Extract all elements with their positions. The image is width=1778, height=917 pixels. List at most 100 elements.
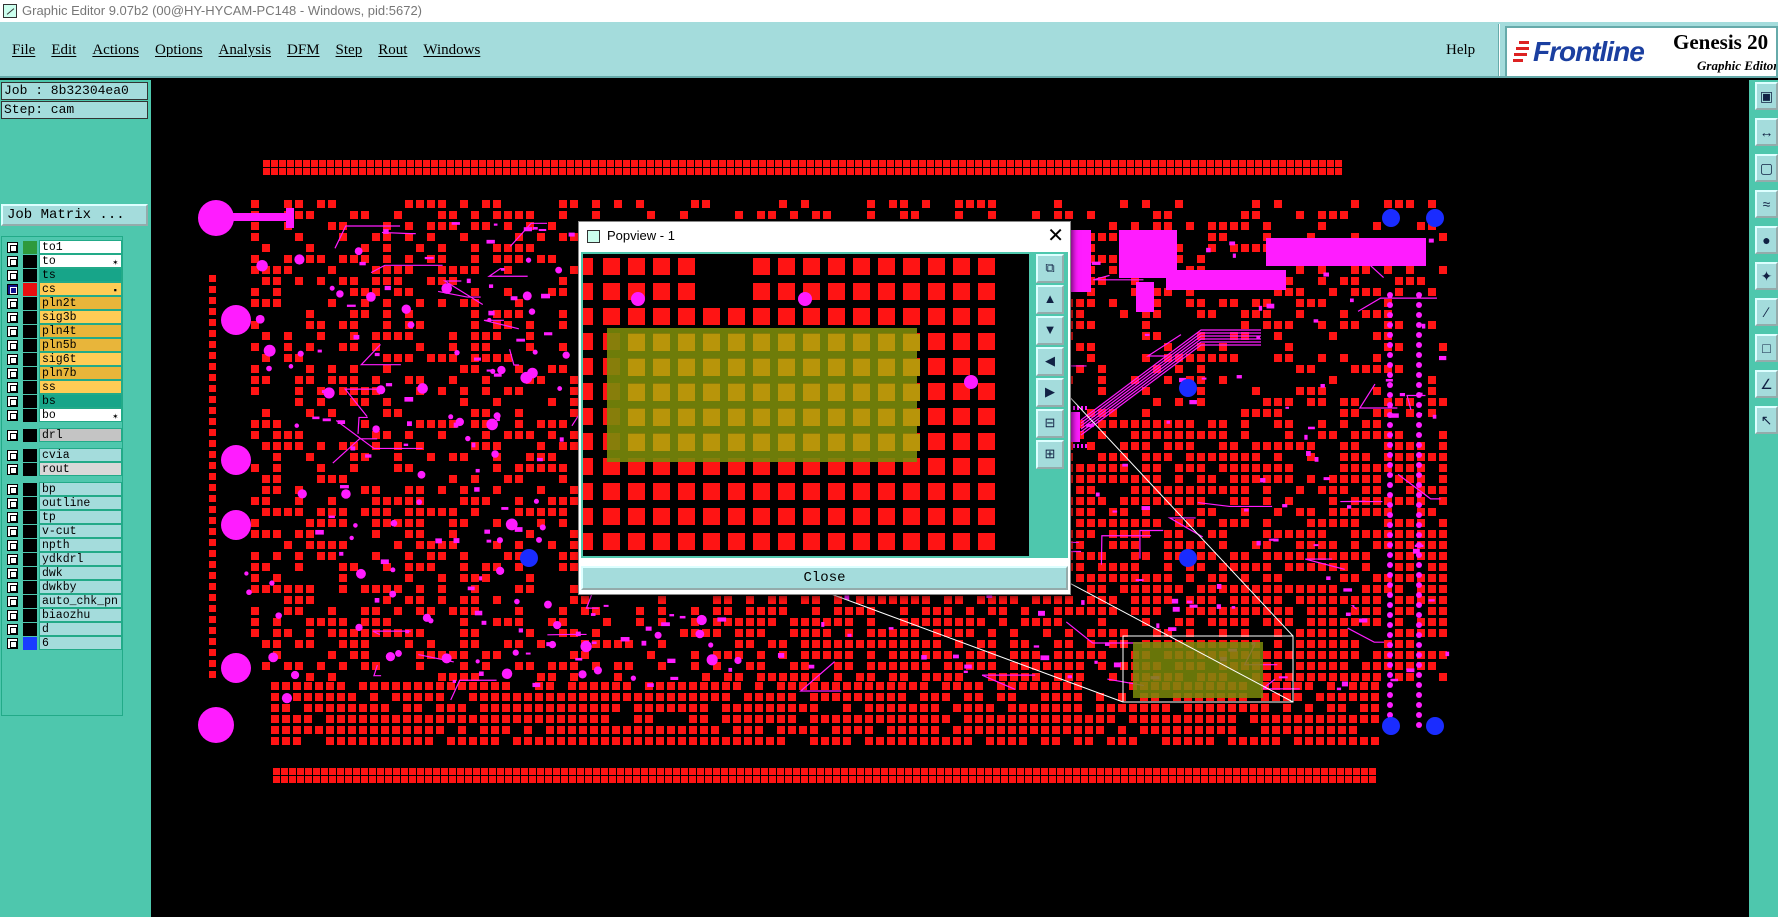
layer-color-swatch[interactable] [23, 525, 37, 538]
layer-name[interactable]: bo ✶ [39, 408, 122, 422]
layer-name[interactable]: 6 [39, 636, 122, 650]
route-tool-button[interactable]: ✦ [1755, 262, 1778, 290]
layer-color-swatch[interactable] [23, 429, 37, 442]
menu-options[interactable]: Options [147, 42, 211, 59]
layer-name[interactable]: bs [39, 394, 122, 408]
layer-checkbox[interactable] [7, 624, 18, 635]
layer-row-outline[interactable]: outline [5, 496, 122, 510]
layer-color-swatch[interactable] [23, 339, 37, 352]
layer-color-swatch[interactable] [23, 449, 37, 462]
layer-checkbox[interactable] [7, 638, 18, 649]
layer-row-pln5b[interactable]: pln5b [5, 338, 122, 352]
layer-row-dwk[interactable]: dwk [5, 566, 122, 580]
layer-color-swatch[interactable] [23, 381, 37, 394]
pan-right-button[interactable]: ▶ [1036, 378, 1064, 407]
menu-actions[interactable]: Actions [84, 42, 147, 59]
layer-name[interactable]: pln4t [39, 324, 122, 338]
layer-checkbox[interactable] [7, 484, 18, 495]
layer-name[interactable]: bp [39, 482, 122, 496]
layer-name[interactable]: auto_chk_pn [39, 594, 122, 608]
menu-dfm[interactable]: DFM [279, 42, 328, 59]
zoom-out-button[interactable]: ⊟ [1036, 409, 1064, 438]
layer-name[interactable]: to ✶ [39, 254, 122, 268]
layer-color-swatch[interactable] [23, 463, 37, 476]
job-matrix-button[interactable]: Job Matrix ... [1, 204, 148, 226]
layer-color-swatch[interactable] [23, 567, 37, 580]
layer-row-sig6t[interactable]: sig6t [5, 352, 122, 366]
layer-color-swatch[interactable] [23, 637, 37, 650]
layer-name[interactable]: pln7b [39, 366, 122, 380]
layer-color-swatch[interactable] [23, 623, 37, 636]
layer-color-swatch[interactable] [23, 325, 37, 338]
layer-checkbox[interactable] [7, 410, 18, 421]
menu-rout[interactable]: Rout [370, 42, 415, 59]
layer-checkbox[interactable] [7, 340, 18, 351]
layer-name[interactable]: biaozhu [39, 608, 122, 622]
layer-name[interactable]: d [39, 622, 122, 636]
layer-name[interactable]: drl [39, 428, 122, 442]
layer-checkbox[interactable] [7, 354, 18, 365]
layer-row-pln2t[interactable]: pln2t [5, 296, 122, 310]
layer-color-swatch[interactable] [23, 269, 37, 282]
pan-up-button[interactable]: ▲ [1036, 285, 1064, 314]
close-icon[interactable]: ✕ [1047, 224, 1064, 248]
layer-name[interactable]: sig3b [39, 310, 122, 324]
popview-close-button[interactable]: Close [581, 566, 1068, 590]
layer-checkbox[interactable] [7, 554, 18, 565]
pad-tool-button[interactable]: □ [1755, 334, 1778, 362]
layer-row-cs[interactable]: cs ▪ [5, 282, 122, 296]
fit-tool-button[interactable]: ▢ [1755, 154, 1778, 182]
layer-row-pln4t[interactable]: pln4t [5, 324, 122, 338]
layer-name[interactable]: outline [39, 496, 122, 510]
layer-row-bo[interactable]: bo ✶ [5, 408, 122, 422]
layer-checkbox[interactable] [7, 396, 18, 407]
layer-checkbox[interactable] [7, 540, 18, 551]
layer-color-swatch[interactable] [23, 353, 37, 366]
menu-analysis[interactable]: Analysis [211, 42, 280, 59]
layer-checkbox[interactable] [7, 430, 18, 441]
layer-row-rout[interactable]: rout [5, 462, 122, 476]
layer-name[interactable]: dwk [39, 566, 122, 580]
layer-color-swatch[interactable] [23, 297, 37, 310]
layer-tool-button[interactable]: ▣ [1755, 82, 1778, 110]
menu-windows[interactable]: Windows [415, 42, 488, 59]
measure-tool-button[interactable]: ● [1755, 226, 1778, 254]
layer-color-swatch[interactable] [23, 283, 37, 296]
menu-edit[interactable]: Edit [43, 42, 84, 59]
layer-name[interactable]: ss [39, 380, 122, 394]
layer-checkbox[interactable] [7, 368, 18, 379]
layer-name[interactable]: v-cut [39, 524, 122, 538]
layer-row-biaozhu[interactable]: biaozhu [5, 608, 122, 622]
menu-file[interactable]: File [4, 42, 43, 59]
zoom-in-button[interactable]: ⊞ [1036, 440, 1064, 469]
layer-row-ydkdrl[interactable]: ydkdrl [5, 552, 122, 566]
layer-color-swatch[interactable] [23, 311, 37, 324]
layer-checkbox[interactable] [7, 298, 18, 309]
pan-left-button[interactable]: ◀ [1036, 347, 1064, 376]
layer-name[interactable]: pln5b [39, 338, 122, 352]
layer-name[interactable]: ydkdrl [39, 552, 122, 566]
layer-checkbox[interactable] [7, 382, 18, 393]
layer-checkbox[interactable] [7, 596, 18, 607]
layer-checkbox[interactable] [7, 464, 18, 475]
line-tool-button[interactable]: ∕ [1755, 298, 1778, 326]
layer-checkbox[interactable] [7, 312, 18, 323]
layer-checkbox[interactable] [7, 326, 18, 337]
layer-checkbox[interactable] [7, 568, 18, 579]
layer-color-swatch[interactable] [23, 497, 37, 510]
layer-row-dwkby[interactable]: dwkby [5, 580, 122, 594]
layer-color-swatch[interactable] [23, 395, 37, 408]
layer-color-swatch[interactable] [23, 609, 37, 622]
layer-name[interactable]: npth [39, 538, 122, 552]
layer-checkbox[interactable] [7, 284, 18, 295]
layer-row-ss[interactable]: ss [5, 380, 122, 394]
layer-color-swatch[interactable] [23, 511, 37, 524]
menu-step[interactable]: Step [328, 42, 371, 59]
pan-down-button[interactable]: ▼ [1036, 316, 1064, 345]
layer-row-cvia[interactable]: cvia [5, 448, 122, 462]
layer-name[interactable]: to1 [39, 240, 122, 254]
layer-checkbox[interactable] [7, 498, 18, 509]
layer-row-tp[interactable]: tp [5, 510, 122, 524]
zoom-home-button[interactable]: ⧉ [1036, 254, 1064, 283]
layer-row-bs[interactable]: bs [5, 394, 122, 408]
